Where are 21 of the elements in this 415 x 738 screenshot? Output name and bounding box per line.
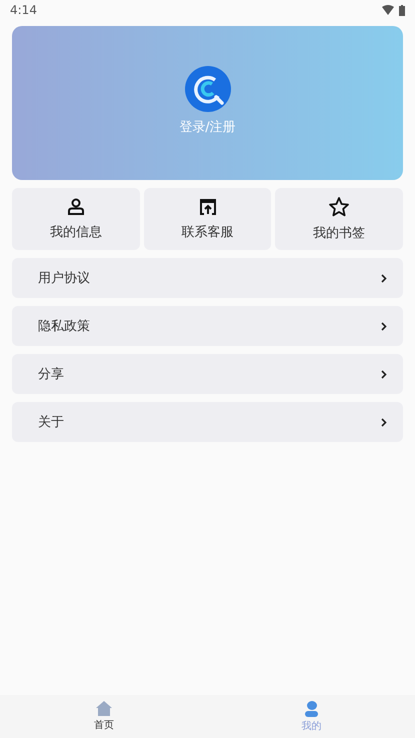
- battery-icon: [399, 4, 405, 16]
- shortcut-tile[interactable]: 我的书签: [275, 188, 404, 250]
- status-time: 4:14: [10, 3, 37, 17]
- shortcut-tile[interactable]: 我的信息: [12, 188, 140, 250]
- menu-item[interactable]: 关于: [12, 402, 403, 442]
- chevron-right-icon: [381, 322, 387, 330]
- home-icon: [96, 701, 112, 716]
- chevron-right-icon: [381, 370, 387, 378]
- shortcut-tile[interactable]: 联系客服: [144, 188, 272, 250]
- menu-item[interactable]: 用户协议: [12, 258, 403, 298]
- person-icon: [303, 700, 320, 716]
- chevron-right-icon: [381, 274, 387, 282]
- star-icon: [328, 196, 350, 218]
- tab-item[interactable]: 首页: [0, 695, 208, 738]
- chevron-right-icon: [381, 418, 387, 426]
- menu-item[interactable]: 分享: [12, 354, 403, 394]
- person-icon: [66, 197, 86, 217]
- wifi-icon: [382, 5, 394, 15]
- logo-icon[interactable]: [184, 66, 230, 112]
- upload-window-icon: [198, 197, 218, 217]
- menu-item[interactable]: 隐私政策: [12, 306, 403, 346]
